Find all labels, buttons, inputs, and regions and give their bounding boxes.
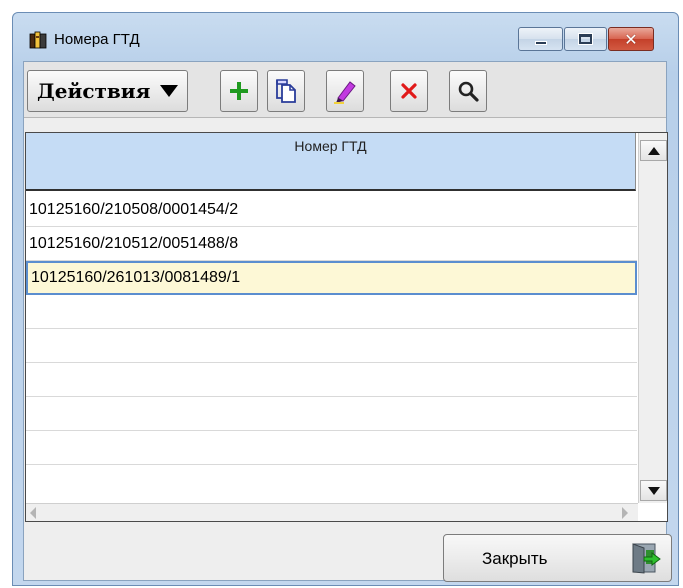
edit-button[interactable]	[326, 70, 364, 112]
maximize-icon	[578, 33, 593, 45]
close-window-button[interactable]: ✕	[608, 27, 654, 51]
arrow-left-icon[interactable]	[30, 507, 36, 519]
column-header-gtd-number[interactable]: Номер ГТД	[26, 133, 636, 191]
close-icon: ✕	[624, 29, 638, 49]
copy-icon	[276, 79, 296, 103]
arrow-up-icon	[647, 146, 660, 155]
plus-icon	[230, 82, 248, 100]
scroll-up-button[interactable]	[640, 140, 667, 161]
title-bar[interactable]: Номера ГТД ✕	[13, 13, 678, 57]
pencil-icon	[334, 81, 356, 104]
close-button-label: Закрыть	[482, 549, 548, 568]
table-row[interactable]	[26, 295, 637, 329]
table-row[interactable]: 10125160/210512/0051488/8	[26, 227, 637, 261]
window-content: Действия Номер ГТД 10125160/210508/00014…	[23, 61, 672, 582]
books-icon	[29, 31, 47, 49]
search-button[interactable]	[449, 70, 487, 112]
table-rows: 10125160/210508/0001454/2 10125160/21051…	[26, 193, 637, 465]
caret-down-icon	[160, 85, 178, 97]
scroll-down-button[interactable]	[640, 480, 667, 501]
table-row[interactable]	[26, 329, 637, 363]
close-button[interactable]: Закрыть	[443, 534, 672, 582]
delete-button[interactable]	[390, 70, 428, 112]
delete-icon	[401, 83, 417, 99]
gtd-table[interactable]: Номер ГТД 10125160/210508/0001454/2 1012…	[25, 132, 668, 522]
maximize-button[interactable]	[564, 27, 607, 51]
table-row[interactable]	[26, 431, 637, 465]
table-row[interactable]	[26, 363, 637, 397]
window-title: Номера ГТД	[54, 31, 140, 48]
copy-button[interactable]	[267, 70, 305, 112]
add-button[interactable]	[220, 70, 258, 112]
arrow-down-icon	[647, 486, 660, 495]
horizontal-scrollbar[interactable]	[26, 503, 638, 521]
actions-label: Действия	[37, 79, 151, 103]
minimize-button[interactable]	[518, 27, 563, 51]
vertical-scrollbar[interactable]	[638, 133, 667, 503]
table-row[interactable]: 10125160/210508/0001454/2	[26, 193, 637, 227]
actions-dropdown-button[interactable]: Действия	[27, 70, 188, 112]
table-row-selected[interactable]: 10125160/261013/0081489/1	[26, 261, 637, 295]
arrow-right-icon[interactable]	[622, 507, 628, 519]
toolbar: Действия	[24, 62, 666, 118]
window: Номера ГТД ✕ Действия Номер ГТД 10125160…	[12, 12, 679, 586]
table-row[interactable]	[26, 397, 637, 431]
minimize-icon	[534, 41, 547, 45]
exit-door-icon	[632, 543, 661, 574]
search-icon	[458, 81, 479, 102]
